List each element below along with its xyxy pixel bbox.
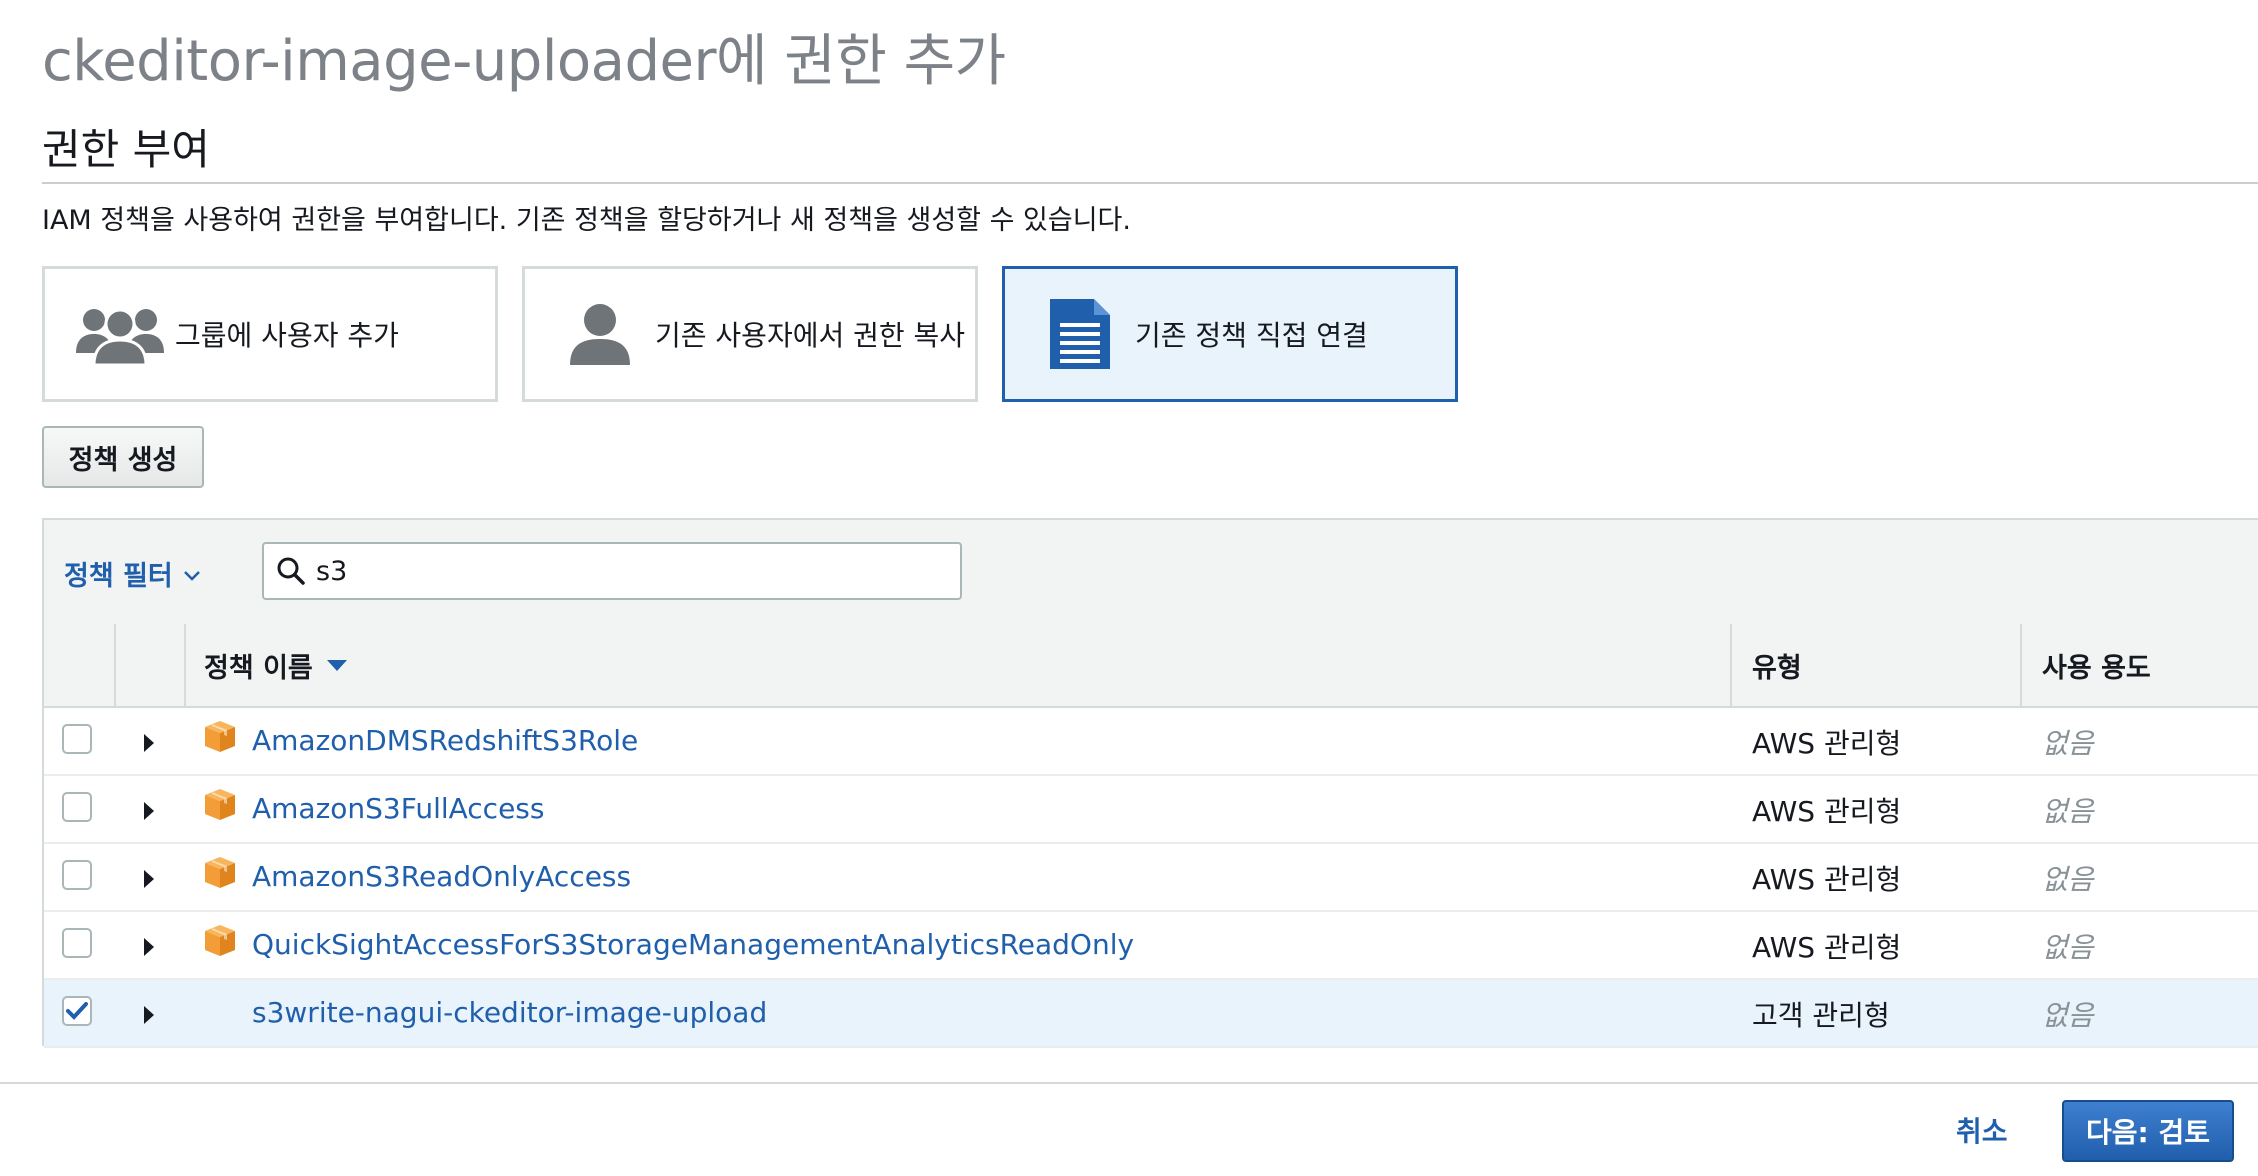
policy-filter-label: 정책 필터 xyxy=(64,561,173,592)
expand-row-icon[interactable] xyxy=(144,802,154,820)
table-header: 정책 이름 유형 사용 용도 xyxy=(44,624,2258,708)
aws-managed-policy-icon xyxy=(202,854,238,894)
table-row[interactable]: AmazonDMSRedshiftS3Role AWS 관리형 없음 xyxy=(44,708,2258,776)
next-review-button[interactable]: 다음: 검토 xyxy=(2062,1100,2234,1162)
create-policy-button[interactable]: 정책 생성 xyxy=(42,426,204,488)
policy-usage: 없음 xyxy=(2042,863,2094,896)
policy-usage: 없음 xyxy=(2042,795,2094,828)
column-divider xyxy=(184,624,186,706)
policy-search-input[interactable] xyxy=(314,554,918,588)
document-icon xyxy=(1025,299,1135,369)
aws-managed-policy-icon xyxy=(202,922,238,962)
table-row[interactable]: QuickSightAccessForS3StorageManagementAn… xyxy=(44,912,2258,980)
policies-table: 정책 필터 정책 이름 유형 사용 용도 AmazonDMSRedshiftS3… xyxy=(42,518,2258,1048)
column-header-policy-name[interactable]: 정책 이름 xyxy=(204,624,347,706)
column-header-type[interactable]: 유형 xyxy=(1752,624,1802,706)
filter-bar: 정책 필터 xyxy=(44,520,2258,626)
cancel-button[interactable]: 취소 xyxy=(1956,1110,2008,1150)
option-label: 기존 정책 직접 연결 xyxy=(1135,319,1368,352)
expand-row-icon[interactable] xyxy=(144,734,154,752)
column-header-label: 사용 용도 xyxy=(2042,652,2151,684)
policy-name-link[interactable]: s3write-nagui-ckeditor-image-upload xyxy=(252,996,767,1029)
section-title: 권한 부여 xyxy=(42,125,210,174)
chevron-down-icon xyxy=(183,558,201,589)
checkmark-icon xyxy=(66,1002,88,1020)
policy-usage: 없음 xyxy=(2042,999,2094,1032)
row-checkbox[interactable] xyxy=(62,860,92,890)
search-icon xyxy=(276,556,306,586)
option-label: 그룹에 사용자 추가 xyxy=(175,319,399,352)
sort-descending-icon xyxy=(326,659,347,671)
policy-type: AWS 관리형 xyxy=(1752,931,1902,964)
option-add-user-to-group[interactable]: 그룹에 사용자 추가 xyxy=(42,266,498,402)
column-header-label: 정책 이름 xyxy=(204,652,313,684)
section-divider xyxy=(42,182,2258,184)
row-checkbox[interactable] xyxy=(62,928,92,958)
table-row[interactable]: s3write-nagui-ckeditor-image-upload 고객 관리… xyxy=(44,980,2258,1048)
policy-type: AWS 관리형 xyxy=(1752,863,1902,896)
table-row[interactable]: AmazonS3ReadOnlyAccess AWS 관리형 없음 xyxy=(44,844,2258,912)
row-checkbox[interactable] xyxy=(62,724,92,754)
policy-type: AWS 관리형 xyxy=(1752,727,1902,760)
page-title: ckeditor-image-uploader에 권한 추가 xyxy=(42,29,1006,94)
policy-type: 고객 관리형 xyxy=(1752,999,1890,1032)
section-description: IAM 정책을 사용하여 권한을 부여합니다. 기존 정책을 할당하거나 새 정… xyxy=(42,205,1131,236)
expand-row-icon[interactable] xyxy=(144,870,154,888)
column-header-usage[interactable]: 사용 용도 xyxy=(2042,624,2151,706)
policy-filter-dropdown[interactable]: 정책 필터 xyxy=(64,554,201,593)
policy-usage: 없음 xyxy=(2042,727,2094,760)
column-header-label: 유형 xyxy=(1752,652,1802,684)
option-attach-existing-policies[interactable]: 기존 정책 직접 연결 xyxy=(1002,266,1458,402)
option-label: 기존 사용자에서 권한 복사 xyxy=(655,319,966,352)
column-divider xyxy=(1730,624,1732,706)
policy-name-link[interactable]: AmazonDMSRedshiftS3Role xyxy=(252,724,638,757)
table-row[interactable]: AmazonS3FullAccess AWS 관리형 없음 xyxy=(44,776,2258,844)
expand-row-icon[interactable] xyxy=(144,938,154,956)
aws-managed-policy-icon xyxy=(202,786,238,826)
policy-type: AWS 관리형 xyxy=(1752,795,1902,828)
aws-managed-policy-icon xyxy=(202,718,238,758)
policy-name-link[interactable]: AmazonS3ReadOnlyAccess xyxy=(252,860,631,893)
column-divider xyxy=(2020,624,2022,706)
column-divider xyxy=(114,624,116,706)
row-checkbox[interactable] xyxy=(62,792,92,822)
policy-usage: 없음 xyxy=(2042,931,2094,964)
users-group-icon xyxy=(65,303,175,365)
option-copy-from-user[interactable]: 기존 사용자에서 권한 복사 xyxy=(522,266,978,402)
row-checkbox[interactable] xyxy=(62,996,92,1026)
policy-name-link[interactable]: AmazonS3FullAccess xyxy=(252,792,544,825)
expand-row-icon[interactable] xyxy=(144,1006,154,1024)
policy-name-link[interactable]: QuickSightAccessForS3StorageManagementAn… xyxy=(252,928,1134,961)
policy-search-box[interactable] xyxy=(262,542,962,600)
footer-divider xyxy=(0,1082,2258,1084)
user-icon xyxy=(545,303,655,365)
